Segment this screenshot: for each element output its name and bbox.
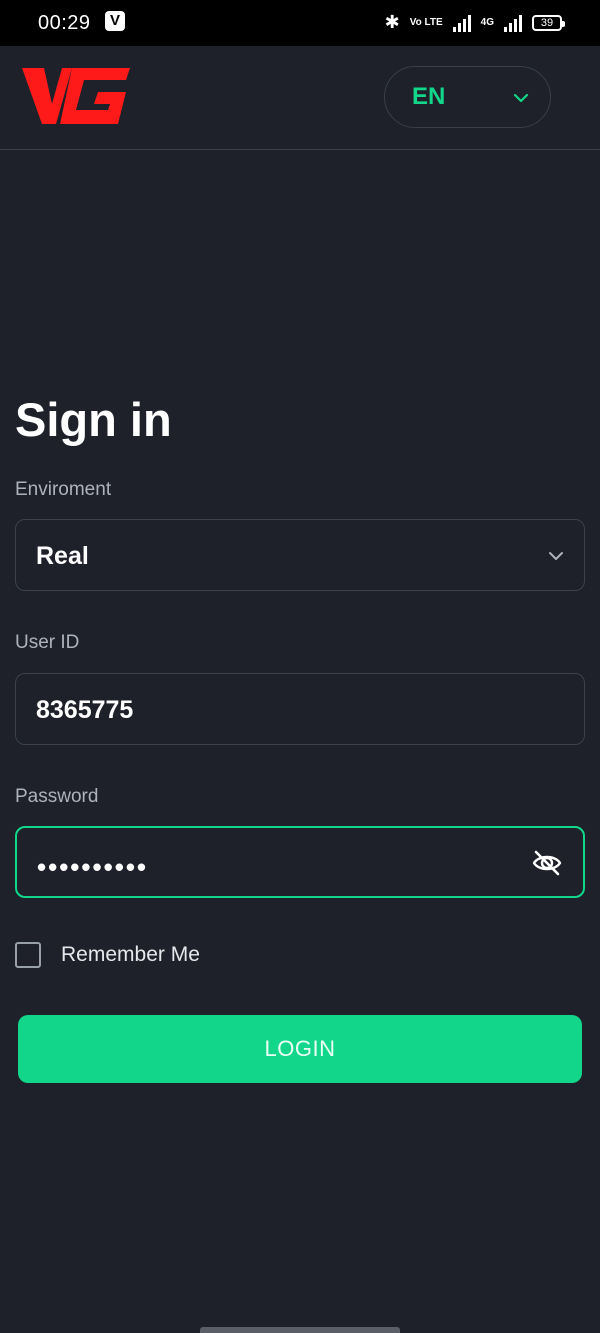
password-input[interactable]: •••••••••• <box>15 826 585 898</box>
signal-icon <box>452 14 471 32</box>
environment-select[interactable]: Real <box>15 519 585 591</box>
brand-logo <box>22 68 130 124</box>
remember-me-label: Remember Me <box>61 943 200 966</box>
password-label: Password <box>15 786 99 807</box>
app-header: EN <box>0 46 600 150</box>
password-value: •••••••••• <box>37 852 149 882</box>
chevron-down-icon <box>549 552 563 560</box>
remember-me-checkbox[interactable] <box>15 942 41 968</box>
home-indicator[interactable] <box>200 1327 400 1333</box>
network-type: 4G <box>480 17 494 28</box>
environment-value: Real <box>36 542 89 570</box>
volte-icon: Vo LTE <box>409 16 443 28</box>
chevron-down-icon <box>513 93 529 103</box>
environment-label: Enviroment <box>15 479 112 500</box>
language-selector[interactable]: EN <box>384 66 551 128</box>
status-icons: ✱ Vo LTE 4G 39 <box>384 12 565 33</box>
eye-off-icon[interactable] <box>531 848 563 878</box>
user-id-label: User ID <box>15 632 80 653</box>
remember-me[interactable]: Remember Me <box>15 942 200 968</box>
language-code: EN <box>412 83 446 110</box>
user-id-input[interactable]: 8365775 <box>15 673 585 745</box>
signal-icon-2 <box>504 14 522 32</box>
app-notification-icon: V <box>105 11 125 31</box>
status-bar: 00:29 V ✱ Vo LTE 4G 39 <box>0 0 600 46</box>
page-title: Sign in <box>15 393 172 446</box>
battery-icon: 39 <box>532 14 565 31</box>
status-time: 00:29 <box>38 12 91 34</box>
user-id-value: 8365775 <box>36 696 134 724</box>
login-button[interactable]: LOGIN <box>18 1015 582 1083</box>
bluetooth-icon: ✱ <box>384 12 400 32</box>
